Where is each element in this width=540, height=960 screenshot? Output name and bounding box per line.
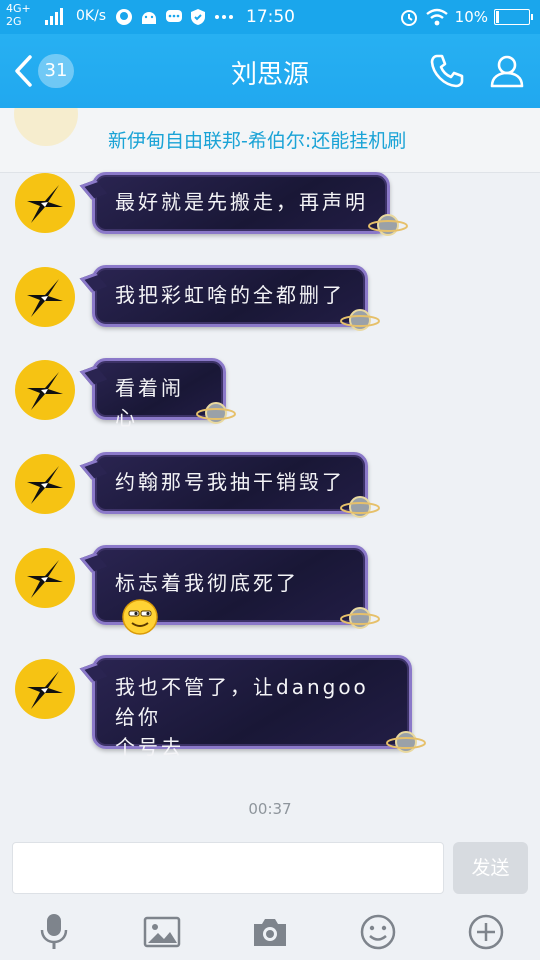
network-type: 4G+ 2G [6,2,31,28]
message-text: 标志着我彻底死了 [115,571,299,595]
battery-percent: 10% [454,8,488,26]
image-icon[interactable] [142,912,182,952]
emoji-icon[interactable] [358,912,398,952]
planet-decoration-icon [340,309,380,331]
battery-icon [494,9,533,25]
star-logo-icon [27,372,63,410]
planet-decoration-icon [196,402,236,424]
message-text-line: 个号去 [115,735,184,759]
star-logo-icon [27,671,63,709]
planet-decoration-icon [340,496,380,518]
message-bubble[interactable]: 约翰那号我抽干销毁了 [92,452,368,514]
banner-text: 新伊甸自由联邦-希伯尔:还能挂机刷 [108,130,407,152]
microphone-icon[interactable] [34,912,74,952]
alarm-icon [400,10,417,26]
star-logo-icon [27,466,63,504]
network-type-bottom: 2G [6,15,22,28]
phone-icon[interactable] [428,52,466,90]
status-right: 10% [399,7,533,27]
send-button[interactable]: 发送 [453,842,528,894]
camera-icon[interactable] [250,912,290,952]
status-bar: 4G+ 2G 0K/s 17:50 10% [0,0,540,34]
user-icon[interactable] [488,52,526,90]
message-text: 我把彩虹啥的全都删了 [115,283,345,307]
message-text-line: 我也不管了，让dangoo给你 [115,675,369,729]
message-text: 约翰那号我抽干销毁了 [115,470,345,494]
message-bubble[interactable]: 最好就是先搬走，再声明 [92,172,390,234]
avatar[interactable] [15,267,75,327]
signal-icon [45,8,63,25]
awkward-smile-emoji-icon [122,599,158,635]
message-timestamp: 00:37 [248,800,292,818]
composer: 发送 [0,832,540,960]
avatar[interactable] [15,454,75,514]
message-bubble[interactable]: 我也不管了，让dangoo给你 个号去 [92,655,412,759]
more-icon [215,15,234,19]
network-type-top: 4G+ [6,2,31,15]
qq-icon [116,9,132,25]
message-text: 最好就是先搬走，再声明 [115,190,368,214]
message-input[interactable] [12,842,444,894]
message-bubble[interactable]: 标志着我彻底死了 [92,545,368,635]
banner-avatar [14,108,78,146]
avatar[interactable] [15,548,75,608]
planet-decoration-icon [368,214,408,236]
notification-icons [114,7,235,31]
star-logo-icon [27,279,63,317]
star-logo-icon [27,560,63,598]
chat-header: 31 刘思源 [0,34,540,108]
plus-icon[interactable] [466,912,506,952]
message-text: 看着闹心 [115,376,184,430]
avatar[interactable] [15,173,75,233]
pinned-message-banner[interactable]: 新伊甸自由联邦-希伯尔:还能挂机刷 [0,108,540,173]
planet-decoration-icon [340,607,380,629]
clock: 17:50 [246,7,295,27]
avatar[interactable] [15,659,75,719]
network-speed: 0K/s [76,8,107,24]
message-bubble[interactable]: 我把彩虹啥的全都删了 [92,265,368,327]
avatar[interactable] [15,360,75,420]
shield-icon [191,9,206,25]
composer-toolbar [0,912,540,952]
wifi-icon [425,8,448,26]
star-logo-icon [27,185,63,223]
message-icon [165,10,182,22]
android-icon [141,12,156,24]
planet-decoration-icon [386,731,426,753]
